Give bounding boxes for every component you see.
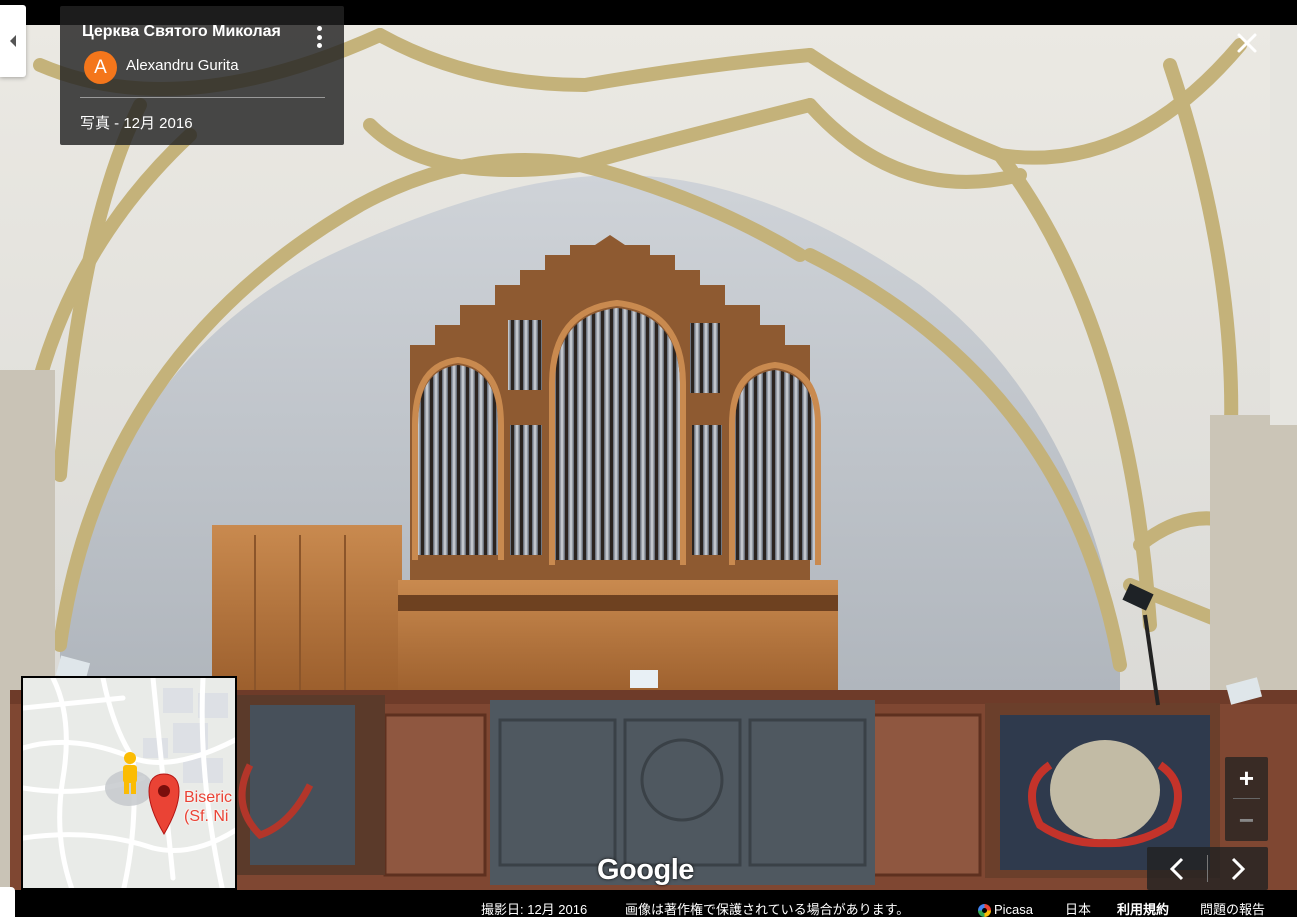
- photo-date: 写真 - 12月 2016: [80, 115, 193, 132]
- chevron-left-icon: [1169, 857, 1184, 880]
- zoom-out-button[interactable]: −: [1225, 799, 1268, 841]
- close-icon: [1237, 33, 1257, 53]
- photo-navigation: [1147, 847, 1268, 890]
- report-problem-link[interactable]: 問題の報告: [1200, 902, 1265, 917]
- author-name[interactable]: Alexandru Gurita: [126, 57, 239, 74]
- picasa-link[interactable]: Picasa: [978, 902, 1033, 917]
- place-title: Церква Святого Миколая: [82, 23, 281, 40]
- previous-photo-button[interactable]: [1147, 847, 1207, 890]
- more-vert-icon[interactable]: [310, 24, 328, 50]
- terms-link[interactable]: 利用規約: [1117, 902, 1169, 917]
- place-label-line1: Biseric: [184, 789, 233, 806]
- picasa-icon: [978, 903, 991, 917]
- street-view-viewer[interactable]: Церква Святого Миколая A Alexandru Gurit…: [0, 0, 1297, 917]
- zoom-in-button[interactable]: +: [1225, 757, 1268, 799]
- picasa-label: Picasa: [994, 902, 1034, 917]
- map-place-label: Biseric (Sf. Ni: [184, 788, 232, 826]
- minimap-roads: [23, 678, 235, 888]
- collapse-panel-button[interactable]: [0, 5, 26, 77]
- avatar[interactable]: A: [84, 51, 117, 84]
- zoom-controls: + −: [1225, 757, 1268, 841]
- google-watermark: Google: [597, 854, 694, 886]
- card-divider: [80, 97, 325, 98]
- next-photo-button[interactable]: [1208, 847, 1268, 890]
- close-button[interactable]: [1230, 26, 1264, 60]
- place-label-line2: (Sf. Ni: [184, 808, 229, 825]
- chevron-right-icon: [1231, 857, 1246, 880]
- copyright-notice: 画像は著作権で保護されている場合があります。: [625, 902, 910, 917]
- region-link[interactable]: 日本: [1065, 902, 1091, 917]
- caret-left-icon: [10, 35, 16, 47]
- capture-date: 撮影日: 12月 2016: [481, 902, 588, 917]
- footer-corner: [0, 887, 15, 917]
- minimap[interactable]: Biseric (Sf. Ni: [21, 676, 237, 890]
- photo-info-card: Церква Святого Миколая A Alexandru Gurit…: [60, 6, 344, 145]
